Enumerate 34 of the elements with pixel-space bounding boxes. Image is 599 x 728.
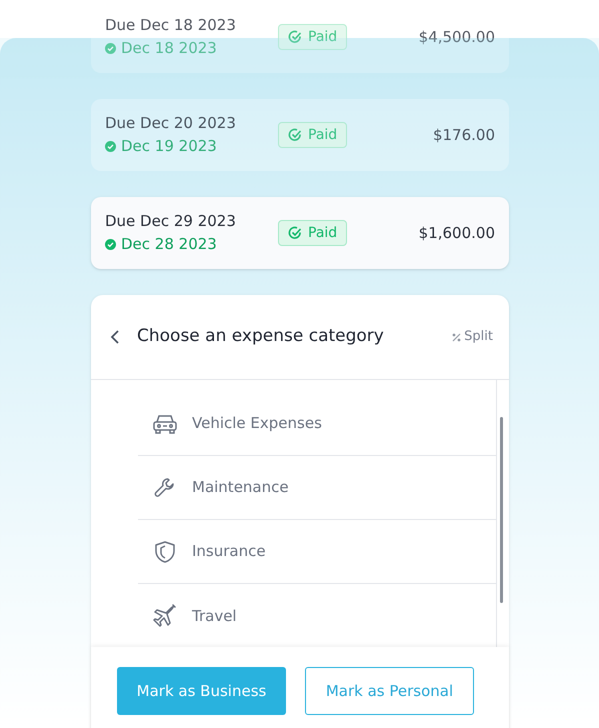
due-date: Due Dec 18 2023	[105, 15, 237, 36]
airplane-icon	[152, 604, 178, 628]
check-circle-icon	[105, 141, 116, 152]
due-date: Due Dec 29 2023	[105, 211, 237, 232]
amount: $176.00	[432, 124, 495, 146]
check-circle-icon	[105, 239, 116, 250]
check-icon	[288, 30, 302, 44]
business-button[interactable]: Mark as Business	[117, 667, 286, 715]
invoice-card[interactable]: Due Dec 29 2023 Dec 28 2023 Paid $1,600.00	[91, 197, 509, 269]
split-button[interactable]: Split	[452, 327, 493, 347]
category-item[interactable]: Vehicle Expenses	[138, 392, 496, 456]
car-icon	[152, 412, 178, 434]
paid-date: Dec 19 2023	[121, 136, 217, 157]
amount: $4,500.00	[418, 26, 495, 48]
invoice-card[interactable]: Due Dec 20 2023 Dec 19 2023 Paid $176.00	[91, 99, 509, 171]
percent-icon	[452, 332, 462, 342]
sheet-title: Choose an expense category	[137, 325, 384, 348]
paid-badge: Paid	[278, 122, 348, 148]
paid-date: Dec 28 2023	[121, 234, 217, 255]
paid-date: Dec 18 2023	[121, 38, 217, 59]
back-icon[interactable]	[109, 329, 121, 345]
amount: $1,600.00	[418, 222, 495, 244]
check-icon	[288, 226, 302, 240]
paid-badge: Paid	[278, 220, 348, 246]
category-item[interactable]: Maintenance	[138, 456, 496, 520]
category-item[interactable]: Insurance	[138, 520, 496, 584]
paid-badge: Paid	[278, 24, 348, 50]
check-icon	[288, 128, 302, 142]
shield-icon	[154, 540, 176, 564]
personal-button[interactable]: Mark as Personal	[305, 667, 474, 715]
scrollbar[interactable]	[500, 417, 503, 603]
due-date: Due Dec 20 2023	[105, 113, 237, 134]
category-item[interactable]: Travel	[138, 584, 496, 647]
check-circle-icon	[105, 43, 116, 54]
